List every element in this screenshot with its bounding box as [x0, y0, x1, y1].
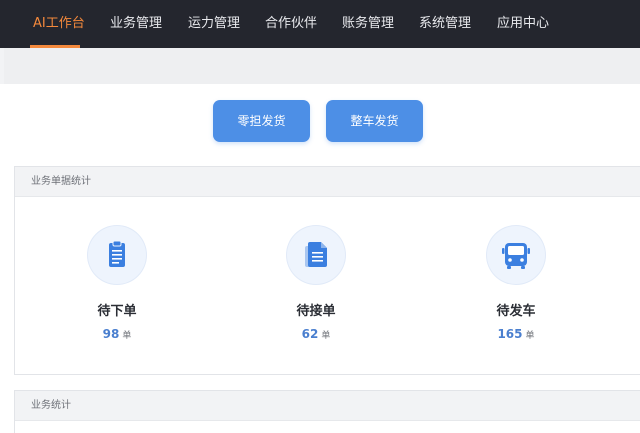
pending-accept-label: 待接单: [296, 304, 336, 319]
order-stats-title: 业务单据统计: [15, 167, 640, 197]
nav-item-system[interactable]: 系统管理: [419, 0, 471, 48]
pending-order-count[interactable]: 98 单: [57, 327, 177, 341]
nav-item-business[interactable]: 业务管理: [110, 0, 162, 48]
document-icon: [287, 226, 345, 284]
pending-accept-unit: 单: [321, 331, 331, 341]
top-nav: AI工作台 业务管理 运力管理 合作伙伴 账务管理 系统管理 应用中心: [0, 0, 640, 48]
pending-accept-value: 62: [301, 327, 319, 341]
nav-item-capacity[interactable]: 运力管理: [188, 0, 240, 48]
pending-accept-count[interactable]: 62 单: [256, 327, 376, 341]
pending-order-label: 待下单: [97, 304, 137, 319]
business-stats-title: 业务统计: [15, 391, 640, 421]
sub-toolbar: [4, 48, 640, 84]
pending-order-value: 98: [102, 327, 120, 341]
pending-departure-unit: 单: [525, 331, 535, 341]
ltl-shipment-button[interactable]: 零担发货: [213, 100, 310, 142]
ftl-shipment-button[interactable]: 整车发货: [326, 100, 423, 142]
business-stats-panel: 业务统计: [14, 390, 640, 433]
bus-icon: [487, 226, 545, 284]
nav-item-partners[interactable]: 合作伙伴: [265, 0, 317, 48]
pending-departure-count[interactable]: 165 单: [456, 327, 576, 341]
pending-order-unit: 单: [122, 331, 132, 341]
clipboard-icon: [88, 226, 146, 284]
pending-departure-value: 165: [497, 327, 523, 341]
nav-item-ai-workbench[interactable]: AI工作台: [33, 0, 85, 48]
nav-item-accounts[interactable]: 账务管理: [342, 0, 394, 48]
nav-item-apps[interactable]: 应用中心: [497, 0, 549, 48]
pending-departure-label: 待发车: [496, 304, 536, 319]
